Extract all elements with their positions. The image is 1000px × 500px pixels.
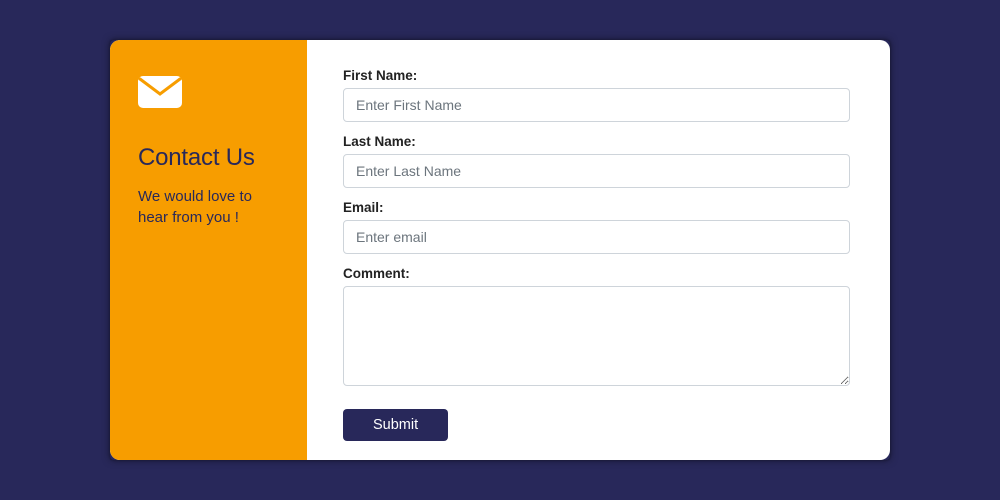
envelope-icon <box>138 76 182 108</box>
comment-label: Comment: <box>343 266 850 281</box>
email-label: Email: <box>343 200 850 215</box>
first-name-input[interactable] <box>343 88 850 122</box>
submit-button[interactable]: Submit <box>343 409 448 441</box>
last-name-label: Last Name: <box>343 134 850 149</box>
last-name-input[interactable] <box>343 154 850 188</box>
contact-description: We would love to hear from you ! <box>138 186 283 228</box>
contact-sidebar: Contact Us We would love to hear from yo… <box>110 40 307 460</box>
email-input[interactable] <box>343 220 850 254</box>
contact-title: Contact Us <box>138 144 283 172</box>
first-name-label: First Name: <box>343 68 850 83</box>
contact-card: Contact Us We would love to hear from yo… <box>110 40 890 460</box>
contact-form: First Name: Last Name: Email: Comment: S… <box>307 40 890 460</box>
comment-textarea[interactable] <box>343 286 850 386</box>
